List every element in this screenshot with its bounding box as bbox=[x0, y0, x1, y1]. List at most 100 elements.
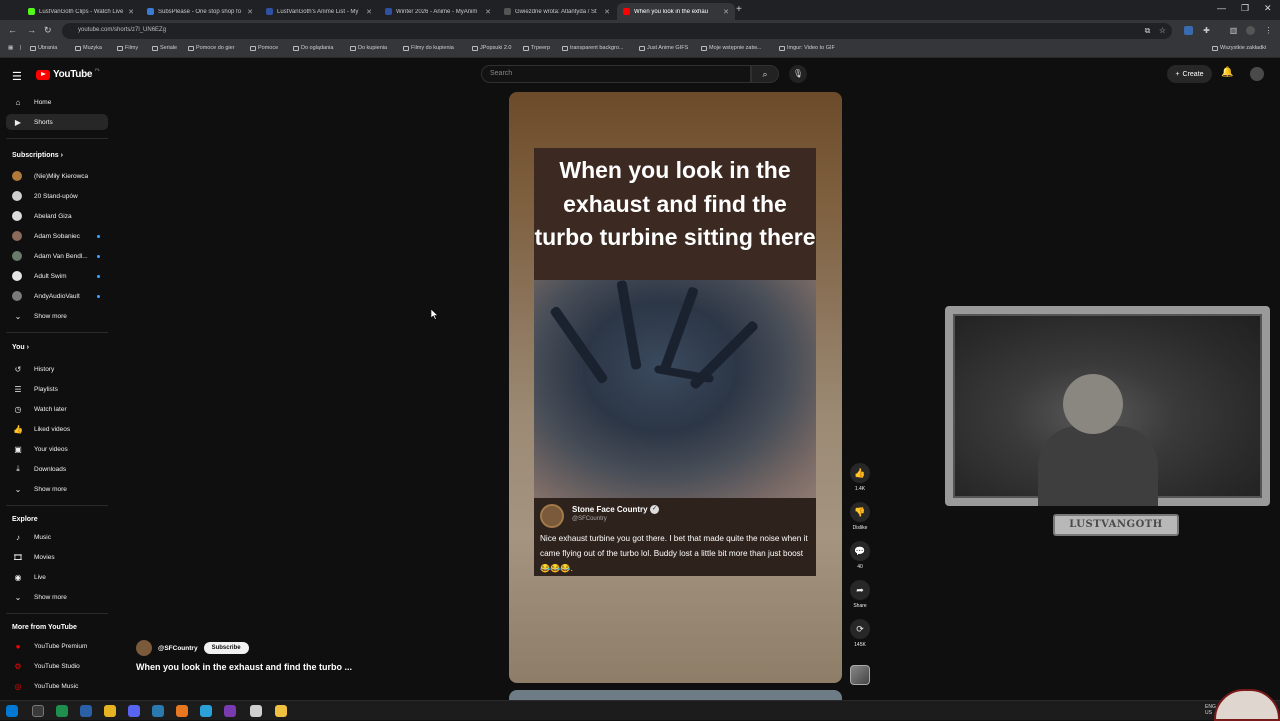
telegram-taskbar-icon[interactable] bbox=[200, 705, 212, 717]
tab-close-icon[interactable]: ✕ bbox=[723, 8, 729, 16]
reload-icon[interactable]: ↻ bbox=[44, 25, 52, 36]
sidebar-item-youtube-studio[interactable]: ⚙ YouTube Studio bbox=[6, 658, 108, 674]
bookmark-link[interactable]: JPopsuki 2.0 bbox=[472, 45, 512, 51]
bookmark-link[interactable]: transparent backgro... bbox=[562, 45, 624, 51]
forward-icon[interactable]: → bbox=[27, 25, 36, 35]
sidebar-panel-icon[interactable]: ▥ bbox=[1229, 26, 1238, 35]
browser-tab-active[interactable]: When you look in the exhau ✕ bbox=[617, 3, 735, 20]
tab-close-icon[interactable]: ✕ bbox=[128, 8, 134, 16]
tab-close-icon[interactable]: ✕ bbox=[485, 8, 491, 16]
all-bookmarks-folder[interactable]: Wszystkie zakładki bbox=[1212, 45, 1266, 51]
bookmark-link[interactable]: Trpeerp bbox=[523, 45, 550, 51]
bookmark-folder[interactable]: Do oglądania bbox=[293, 45, 333, 51]
sidebar-item-watch-later[interactable]: ◷ Watch later bbox=[6, 401, 108, 417]
extension-icon[interactable] bbox=[1184, 26, 1193, 35]
sidebar-item-downloads[interactable]: ⤓ Downloads bbox=[6, 461, 108, 477]
sidebar-item-shorts[interactable]: ▶ Shorts bbox=[6, 114, 108, 130]
app-taskbar-icon[interactable] bbox=[104, 705, 116, 717]
voice-search-button[interactable]: 🎙 bbox=[789, 65, 807, 83]
youtube-logo[interactable]: YouTube PL bbox=[36, 67, 100, 80]
sidebar-item-subscription[interactable]: (Nie)Miły Kierowca bbox=[6, 168, 108, 184]
tab-close-icon[interactable]: ✕ bbox=[604, 8, 610, 16]
channel-handle[interactable]: @SFCountry bbox=[158, 645, 198, 652]
start-menu-icon[interactable] bbox=[6, 705, 18, 717]
app-taskbar-icon[interactable] bbox=[80, 705, 92, 717]
bookmark-folder[interactable]: Filmy bbox=[117, 45, 138, 51]
browser-tab[interactable]: Gwiezdne wrota: Atlantyda / St ✕ bbox=[498, 3, 616, 20]
sidebar-item-history[interactable]: ↺ History bbox=[6, 361, 108, 377]
bookmark-link[interactable]: Moje wstępnie zatw... bbox=[701, 45, 761, 51]
search-button[interactable]: ⌕ bbox=[751, 65, 779, 83]
show-more-explore[interactable]: ⌄ Show more bbox=[6, 589, 108, 605]
browser-tab[interactable]: Winter 2026 - Anime - MyAnim ✕ bbox=[379, 3, 497, 20]
browser-tab[interactable]: LustVanGoth Clips - Watch Live ✕ bbox=[22, 3, 140, 20]
bookmark-folder[interactable]: Muzyka bbox=[75, 45, 102, 51]
browser-tab[interactable]: LustVanGoth's Anime List - My ✕ bbox=[260, 3, 378, 20]
sidebar-item-your-videos[interactable]: ▣ Your videos bbox=[6, 441, 108, 457]
remix-icon[interactable]: ⟳ bbox=[850, 619, 870, 639]
bookmark-folder[interactable]: Pomoce bbox=[250, 45, 278, 51]
sidebar-item-youtube-music[interactable]: ◎ YouTube Music bbox=[6, 678, 108, 694]
remix-action[interactable]: ⟳ 145K bbox=[848, 619, 872, 648]
bookmark-link[interactable]: Imgur: Video to GIF bbox=[779, 45, 835, 51]
you-header[interactable]: You › bbox=[12, 344, 29, 351]
minimize-icon[interactable]: — bbox=[1217, 3, 1226, 13]
account-avatar[interactable] bbox=[1250, 67, 1264, 81]
bookmark-star-icon[interactable]: ☆ bbox=[1158, 26, 1167, 35]
file-explorer-taskbar-icon[interactable] bbox=[275, 705, 287, 717]
sidebar-item-subscription[interactable]: Adam Sobaniec bbox=[6, 228, 108, 244]
chrome-taskbar-icon[interactable] bbox=[32, 705, 44, 717]
sidebar-item-subscription[interactable]: Adult Swim bbox=[6, 268, 108, 284]
close-window-icon[interactable]: ✕ bbox=[1264, 3, 1272, 14]
channel-avatar[interactable] bbox=[136, 640, 152, 656]
shorts-video-player[interactable]: When you look in the exhaust and find th… bbox=[509, 92, 842, 683]
app-taskbar-icon[interactable] bbox=[224, 705, 236, 717]
sidebar-item-music[interactable]: ♪ Music bbox=[6, 529, 108, 545]
back-icon[interactable]: ← bbox=[8, 25, 17, 35]
app-taskbar-icon[interactable] bbox=[250, 705, 262, 717]
sidebar-item-subscription[interactable]: 20 Stand-upów bbox=[6, 188, 108, 204]
hamburger-menu-icon[interactable]: ☰ bbox=[12, 70, 22, 83]
bookmark-folder[interactable]: Ubrania bbox=[30, 45, 57, 51]
tab-close-icon[interactable]: ✕ bbox=[366, 8, 372, 16]
show-more-subscriptions[interactable]: ⌄ Show more bbox=[6, 308, 108, 324]
sidebar-item-youtube-premium[interactable]: ● YouTube Premium bbox=[6, 638, 108, 654]
sidebar-item-home[interactable]: ⌂ Home bbox=[6, 94, 108, 110]
sidebar-item-subscription[interactable]: AndyAudioVault bbox=[6, 288, 108, 304]
install-app-icon[interactable]: ⧉ bbox=[1143, 26, 1152, 35]
sidebar-item-subscription[interactable]: Abelard Giza bbox=[6, 208, 108, 224]
sound-thumbnail[interactable] bbox=[850, 665, 870, 685]
comment-icon[interactable]: 💬 bbox=[850, 541, 870, 561]
browser-menu-icon[interactable]: ⋮ bbox=[1264, 26, 1273, 35]
notifications-bell-icon[interactable]: 🔔 bbox=[1221, 67, 1233, 78]
profile-avatar-icon[interactable] bbox=[1246, 26, 1255, 35]
thumbs-up-icon[interactable]: 👍 bbox=[850, 463, 870, 483]
sidebar-item-live[interactable]: ◉ Live bbox=[6, 569, 108, 585]
sidebar-item-playlists[interactable]: ☰ Playlists bbox=[6, 381, 108, 397]
create-button[interactable]: + Create bbox=[1167, 65, 1212, 83]
app-taskbar-icon[interactable] bbox=[152, 705, 164, 717]
app-taskbar-icon[interactable] bbox=[56, 705, 68, 717]
tab-close-icon[interactable]: ✕ bbox=[247, 8, 253, 16]
like-action[interactable]: 👍 1.4K bbox=[848, 463, 872, 492]
apps-grid-icon[interactable]: ▦ bbox=[8, 45, 13, 51]
sidebar-item-subscription[interactable]: Adam Van Bendl... bbox=[6, 248, 108, 264]
short-title[interactable]: When you look in the exhaust and find th… bbox=[136, 662, 352, 672]
show-more-you[interactable]: ⌄ Show more bbox=[6, 481, 108, 497]
browser-tab[interactable]: SubsPlease - One stop shop fo ✕ bbox=[141, 3, 259, 20]
subscriptions-header[interactable]: Subscriptions › bbox=[12, 152, 63, 159]
address-bar[interactable]: youtube.com/shorts/z7l_UN6EZg bbox=[62, 23, 1172, 39]
sidebar-item-movies[interactable]: 🎞 Movies bbox=[6, 549, 108, 565]
share-icon[interactable]: ➦ bbox=[850, 580, 870, 600]
sidebar-item-liked-videos[interactable]: 👍 Liked videos bbox=[6, 421, 108, 437]
vlc-taskbar-icon[interactable] bbox=[176, 705, 188, 717]
bookmark-folder[interactable]: Filmy do kupienia bbox=[403, 45, 454, 51]
bookmark-folder[interactable]: Pomoce do gier bbox=[188, 45, 235, 51]
dislike-action[interactable]: 👎 Dislike bbox=[848, 502, 872, 531]
bookmark-link[interactable]: Just Anime GIFS bbox=[639, 45, 688, 51]
search-input[interactable]: Search bbox=[481, 65, 751, 83]
thumbs-down-icon[interactable]: 👎 bbox=[850, 502, 870, 522]
bookmark-folder[interactable]: Do kupienia bbox=[350, 45, 387, 51]
restore-icon[interactable]: ❐ bbox=[1241, 3, 1249, 14]
share-action[interactable]: ➦ Share bbox=[848, 580, 872, 609]
